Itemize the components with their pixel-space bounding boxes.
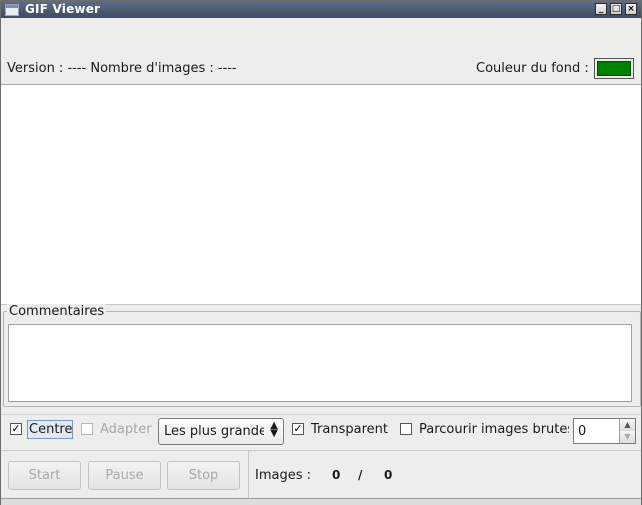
close-button[interactable]: × — [625, 3, 637, 15]
comments-group: Commentaires — [3, 304, 641, 407]
divider — [248, 451, 249, 499]
comments-textarea[interactable] — [8, 324, 632, 402]
window-title: GIF Viewer — [25, 2, 101, 16]
image-display-area — [1, 84, 641, 305]
info-bar: Version : ---- Nombre d'images : ---- Co… — [1, 57, 641, 83]
frame-spinbox[interactable]: 0 ▲ ▼ — [573, 418, 636, 444]
centre-checkbox[interactable]: ✓ — [10, 423, 22, 435]
current-image-count: 0 — [332, 468, 341, 482]
spinbox-value: 0 — [578, 424, 587, 439]
playback-row: Start Pause Stop Images : 0 / 0 — [1, 450, 641, 501]
pause-button[interactable]: Pause — [88, 461, 161, 490]
title-bar[interactable]: GIF Viewer _ □ × — [1, 1, 641, 18]
main-window: GIF Viewer _ □ × Version : ---- Nombre d… — [0, 0, 642, 505]
total-image-count: 0 — [384, 468, 393, 482]
transparent-checkbox[interactable]: ✓ — [292, 423, 304, 435]
background-color-button[interactable] — [594, 58, 634, 79]
images-label: Images : — [255, 468, 311, 483]
raw-images-checkbox[interactable] — [400, 423, 412, 435]
version-info: Version : ---- Nombre d'images : ---- — [7, 61, 237, 76]
bottom-edge — [1, 498, 641, 505]
stop-button[interactable]: Stop — [167, 461, 240, 490]
color-swatch — [597, 61, 631, 76]
spin-down-icon[interactable]: ▼ — [619, 431, 635, 443]
count-separator: / — [358, 468, 363, 482]
window-icon — [5, 4, 19, 16]
start-button[interactable]: Start — [8, 461, 81, 490]
adapter-label[interactable]: Adapter — [100, 422, 152, 437]
size-select[interactable]: Les plus grandes ▲ ▼ — [158, 418, 284, 445]
updown-chevron-icon: ▲ ▼ — [270, 420, 278, 439]
size-select-value: Les plus grandes — [164, 424, 264, 439]
raw-images-label[interactable]: Parcourir images brutes — [419, 422, 569, 437]
minimize-button[interactable]: _ — [595, 3, 607, 15]
centre-label[interactable]: Centre — [29, 422, 72, 437]
transparent-label[interactable]: Transparent — [311, 422, 388, 437]
options-row: ✓ Centre Adapter Les plus grandes ▲ ▼ ✓ T… — [1, 414, 641, 447]
comments-legend: Commentaires — [7, 304, 107, 319]
background-color-label: Couleur du fond : — [476, 61, 589, 76]
adapter-checkbox[interactable] — [81, 423, 93, 435]
maximize-button[interactable]: □ — [610, 3, 622, 15]
